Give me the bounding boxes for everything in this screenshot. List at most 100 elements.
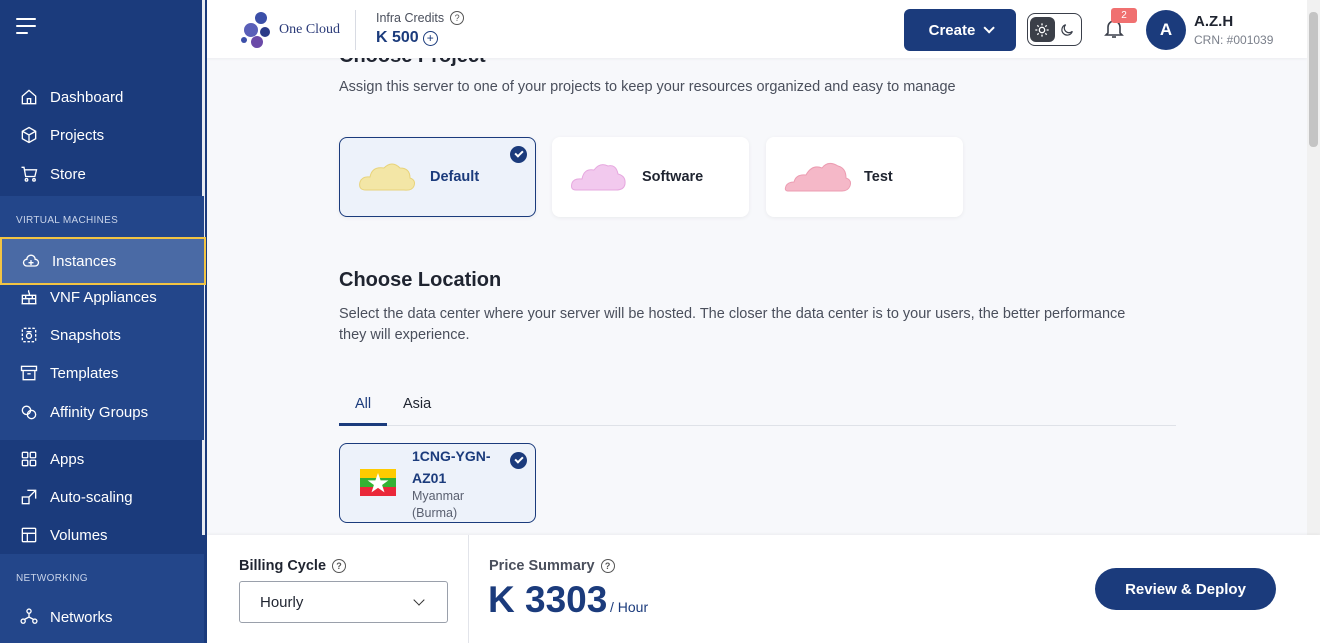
cloud-plus-icon [20, 250, 42, 272]
sidebar-item-templates[interactable]: Templates [0, 354, 204, 392]
choose-project-title-text: Choose Project [339, 58, 486, 67]
sidebar-item-auto-scaling[interactable]: Auto-scaling [0, 478, 204, 516]
chevron-down-icon [413, 594, 425, 606]
sidebar: Dashboard Projects Store VIRTUAL MACHINE… [0, 0, 207, 643]
billing-cycle-label-text: Billing Cycle [239, 558, 327, 574]
sidebar-item-vnf-appliances[interactable]: VNF Appliances [0, 278, 204, 316]
scale-icon [18, 486, 40, 508]
section-label-networking: NETWORKING [16, 573, 88, 584]
description-line: they will experience. [339, 327, 470, 343]
bottom-bar: Billing Cycle ? Hourly Price Summary ? K… [207, 535, 1320, 643]
sidebar-item-projects[interactable]: Projects [0, 116, 204, 154]
credits-value: K 500 + [376, 29, 438, 47]
sidebar-item-label: Volumes [50, 526, 108, 544]
sidebar-item-apps[interactable]: Apps [0, 440, 204, 478]
network-icon [18, 606, 40, 628]
help-icon[interactable]: ? [450, 11, 465, 25]
location-country-line: (Burma) [412, 506, 458, 520]
choose-location-description: Select the data center where your server… [339, 304, 1184, 346]
bottom-divider [468, 535, 469, 643]
header-divider [355, 10, 356, 50]
project-card-name: Software [642, 169, 704, 185]
cart-icon [18, 163, 40, 185]
location-card[interactable]: 1CNG-YGN- AZ01 Myanmar (Burma) [339, 443, 536, 523]
sidebar-item-label: Networks [50, 608, 113, 626]
section-label-vm: VIRTUAL MACHINES [16, 215, 119, 226]
logo[interactable]: One Cloud [239, 10, 349, 50]
help-icon[interactable]: ? [332, 559, 347, 573]
location-code-line: 1CNG-YGN- [412, 448, 491, 464]
hamburger-menu-icon[interactable] [16, 18, 36, 34]
create-button[interactable]: Create [904, 9, 1016, 51]
project-card-name: Default [430, 169, 480, 185]
location-code: 1CNG-YGN- AZ01 [412, 445, 507, 489]
home-icon [18, 86, 40, 108]
add-credits-icon[interactable]: + [422, 30, 438, 46]
location-code-line: AZ01 [412, 470, 447, 486]
cloud-icon [571, 164, 626, 191]
user-crn: CRN: #001039 [1194, 33, 1274, 47]
project-card-default[interactable]: Default [339, 137, 536, 217]
sidebar-item-label: Snapshots [50, 326, 121, 344]
project-card-software[interactable]: Software [552, 137, 749, 217]
credits-amount: K 500 [376, 29, 419, 46]
avatar[interactable]: A [1146, 10, 1186, 50]
sidebar-item-label: Instances [52, 252, 117, 270]
choose-project-description: Assign this server to one of your projec… [339, 79, 956, 95]
sidebar-item-volumes[interactable]: Volumes [0, 516, 204, 554]
myanmar-flag-icon [360, 469, 396, 496]
sun-icon[interactable] [1030, 17, 1055, 42]
billing-cycle-label: Billing Cycle ? [239, 558, 347, 574]
project-card-test[interactable]: Test [766, 137, 963, 217]
user-name: A.Z.H [1194, 13, 1234, 30]
firewall-icon [18, 286, 40, 308]
archive-icon [18, 362, 40, 384]
price-summary-label: Price Summary ? [489, 558, 615, 574]
camera-icon [18, 324, 40, 346]
sidebar-item-networks[interactable]: Networks [0, 598, 204, 636]
choose-location-title: Choose Location [339, 269, 502, 291]
billing-cycle-value: Hourly [260, 593, 304, 611]
billing-cycle-select[interactable]: Hourly [239, 581, 448, 623]
choose-project-title: Choose Project [339, 58, 486, 67]
sidebar-item-label: Store [50, 165, 86, 183]
location-country-line: Myanmar [412, 489, 465, 503]
theme-toggle[interactable] [1027, 13, 1082, 46]
review-deploy-button[interactable]: Review & Deploy [1095, 568, 1276, 610]
page-scrollbar[interactable] [1307, 0, 1320, 535]
sidebar-item-label: Projects [50, 126, 105, 144]
scrollbar-thumb[interactable] [1309, 12, 1318, 147]
price-summary-label-text: Price Summary [489, 558, 595, 574]
tab-all[interactable]: All [355, 396, 371, 412]
check-icon [510, 146, 527, 163]
location-country: Myanmar (Burma) [412, 488, 507, 522]
cube-icon [18, 124, 40, 146]
price-value: K 3303 [488, 579, 608, 620]
volumes-icon [18, 524, 40, 546]
check-icon [510, 452, 527, 469]
circles-icon [18, 401, 40, 423]
cloud-icon [359, 163, 415, 191]
location-tabs: All Asia [339, 390, 1176, 426]
sidebar-item-label: VNF Appliances [50, 288, 157, 306]
cloud-icon [784, 162, 851, 192]
top-header: One Cloud Infra Credits ? K 500 + Create… [207, 0, 1307, 58]
sidebar-item-snapshots[interactable]: Snapshots [0, 316, 204, 354]
active-tab-indicator [339, 423, 387, 426]
tab-asia[interactable]: Asia [403, 396, 431, 412]
chevron-down-icon [983, 22, 996, 34]
help-icon[interactable]: ? [600, 559, 615, 573]
sidebar-item-affinity-groups[interactable]: Affinity Groups [0, 393, 204, 431]
sidebar-item-label: Dashboard [50, 88, 124, 106]
project-card-name: Test [864, 169, 893, 185]
sidebar-item-store[interactable]: Store [0, 155, 204, 193]
sidebar-item-label: Auto-scaling [50, 488, 133, 506]
notification-badge: 2 [1111, 8, 1137, 23]
sidebar-item-label: Affinity Groups [50, 403, 149, 421]
moon-icon[interactable] [1055, 17, 1080, 42]
credits-label: Infra Credits ? [376, 11, 465, 25]
logo-text: One Cloud [279, 22, 341, 37]
sidebar-item-dashboard[interactable]: Dashboard [0, 78, 204, 116]
grid-icon [18, 448, 40, 470]
credits-label-text: Infra Credits [376, 11, 445, 25]
